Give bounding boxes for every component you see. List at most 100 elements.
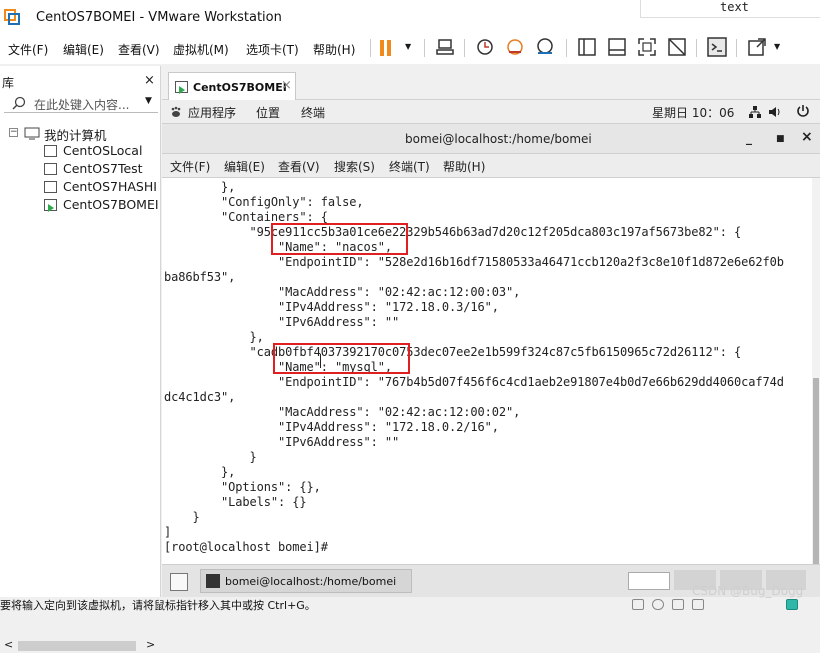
terminal-line: "IPv6Address": "" [164,315,400,329]
cd-icon[interactable] [652,599,664,610]
terminal-line: "IPv6Address": "" [164,435,400,449]
tree-item-label: CentOS7HASHI [63,179,157,194]
terminal-menu-view[interactable]: 查看(V) [278,158,320,175]
terminal-line: "cadb0fbf4037392170c0753dec07ee2e1b599f3… [164,345,742,359]
terminal-line: }, [164,465,236,479]
tab-label: CentOS7BOMEI [193,81,287,94]
usb-icon[interactable] [692,599,704,610]
vmware-tools-icon[interactable] [786,599,798,610]
maximize-icon[interactable]: ■ [776,134,785,144]
scroll-thumb[interactable] [18,641,136,651]
search-placeholder: 在此处键入内容... [34,98,130,112]
minimize-icon[interactable]: _ [746,131,752,145]
tree-item-label: CentOS7Test [63,161,143,176]
vm-icon [44,181,57,193]
terminal-menu-file[interactable]: 文件(F) [170,158,210,175]
gnome-terminal-menu[interactable]: 终端 [301,104,325,121]
chevron-down-icon[interactable]: ▼ [145,96,152,106]
terminal-line: "IPv4Address": "172.18.0.3/16", [164,300,499,314]
network-icon[interactable] [748,105,762,119]
terminal-line: "Containers": { [164,210,328,224]
hdd-icon[interactable] [632,599,644,610]
show-desktop-icon[interactable] [170,573,188,591]
pause-icon-bar [387,40,391,56]
fullscreen-icon[interactable] [636,36,658,58]
gnome-top-bar: 应用程序 位置 终端 星期日 10：06 [162,100,820,124]
power-icon[interactable] [796,104,810,118]
tree-item-vm-selected[interactable]: CentOS7BOMEI [0,196,160,214]
terminal-titlebar: bomei@localhost:/home/bomei _ ■ × [162,124,820,154]
scroll-left-icon[interactable]: < [4,638,13,651]
menu-edit[interactable]: 编辑(E) [63,41,104,58]
terminal-line: dc4c1dc3", [164,390,236,404]
terminal-menu-edit[interactable]: 编辑(E) [224,158,265,175]
menu-vm[interactable]: 虚拟机(M) [173,41,229,58]
library-search[interactable]: 在此处键入内容... ▼ [4,93,158,113]
terminal-scrollbar[interactable] [812,178,820,564]
terminal-line: "MacAddress": "02:42:ac:12:00:02", [164,405,521,419]
library-title: 库 [2,76,15,90]
tree-item-my-computer[interactable]: − 我的计算机 [0,124,160,142]
tree-item-label: CentOS7BOMEI [63,197,159,212]
highlight-box-nacos [271,223,408,255]
close-icon[interactable]: × [281,78,292,93]
send-keys-icon[interactable] [434,36,456,58]
tree-item-vm[interactable]: CentOS7Test [0,160,160,178]
library-header: 库 × [0,72,161,90]
status-message: 要将输入定向到该虚拟机，请将鼠标指针移入其中或按 Ctrl+G。 [0,599,316,611]
window-title: CentOS7BOMEI - VMware Workstation [36,10,282,25]
chevron-down-icon[interactable]: ▼ [774,42,780,51]
library-pane: 库 × 在此处键入内容... ▼ − 我的计算机 CentOSLocal Cen… [0,66,161,653]
terminal-line: "95ce911cc5b3a01ce6e22329b546b63ad7d20c1… [164,225,742,239]
terminal-output[interactable]: }, "ConfigOnly": false, "Containers": { … [162,178,812,564]
terminal-line: }, [164,180,236,194]
tree-item-vm[interactable]: CentOS7HASHI [0,178,160,196]
tree-item-vm[interactable]: CentOSLocal [0,142,160,160]
stretch-view-icon[interactable] [746,36,768,58]
snapshot-icon[interactable] [474,36,496,58]
terminal-menu-bar: 文件(F) 编辑(E) 查看(V) 搜索(S) 终端(T) 帮助(H) [162,154,820,178]
library-hscrollbar[interactable]: < > [0,637,161,653]
taskbar-terminal-item[interactable]: bomei@localhost:/home/bomei [200,569,412,593]
gnome-places-menu[interactable]: 位置 [256,104,280,121]
chevron-down-icon[interactable]: ▼ [405,42,411,51]
terminal-menu-search[interactable]: 搜索(S) [334,158,375,175]
revert-snapshot-icon[interactable] [504,36,526,58]
toolbar-separator [370,39,371,57]
sidebar-toggle-icon[interactable] [576,36,598,58]
terminal-line: "IPv4Address": "172.18.0.2/16", [164,420,499,434]
gnome-applications-menu[interactable]: 应用程序 [188,104,236,121]
terminal-line: }, [164,330,264,344]
console-view-icon[interactable] [706,36,728,58]
volume-icon[interactable] [768,105,782,119]
pause-icon[interactable] [380,40,384,56]
highlight-box-mysql [273,343,410,374]
scroll-right-icon[interactable]: > [146,638,155,651]
gnome-clock[interactable]: 星期日 10：06 [652,104,734,121]
unity-mode-icon[interactable] [666,36,688,58]
toolbar-separator [696,39,697,57]
menu-help[interactable]: 帮助(H) [313,41,355,58]
terminal-menu-terminal[interactable]: 终端(T) [389,158,430,175]
tab-vm[interactable]: CentOS7BOMEI × [168,72,296,101]
workspace-1[interactable] [628,572,670,590]
collapse-icon[interactable]: − [9,128,18,137]
terminal-menu-help[interactable]: 帮助(H) [443,158,485,175]
menu-file[interactable]: 文件(F) [8,41,48,58]
close-icon[interactable]: × [801,129,813,145]
taskbar-item-label: bomei@localhost:/home/bomei [225,575,397,588]
tab-strip: CentOS7BOMEI × [162,66,820,101]
floating-text: text [720,0,749,14]
scroll-thumb[interactable] [813,378,819,564]
network-adapter-icon[interactable] [672,599,684,610]
menu-tabs[interactable]: 选项卡(T) [246,41,299,58]
toolbar-separator [424,39,425,57]
thumbnail-bar-icon[interactable] [606,36,628,58]
toolbar-separator [566,39,567,57]
terminal-line: "ConfigOnly": false, [164,195,364,209]
text-cursor [320,354,321,368]
terminal-line: "Labels": {} [164,495,307,509]
snapshot-manager-icon[interactable] [534,36,556,58]
menu-view[interactable]: 查看(V) [118,41,160,58]
close-icon[interactable]: × [144,73,155,88]
